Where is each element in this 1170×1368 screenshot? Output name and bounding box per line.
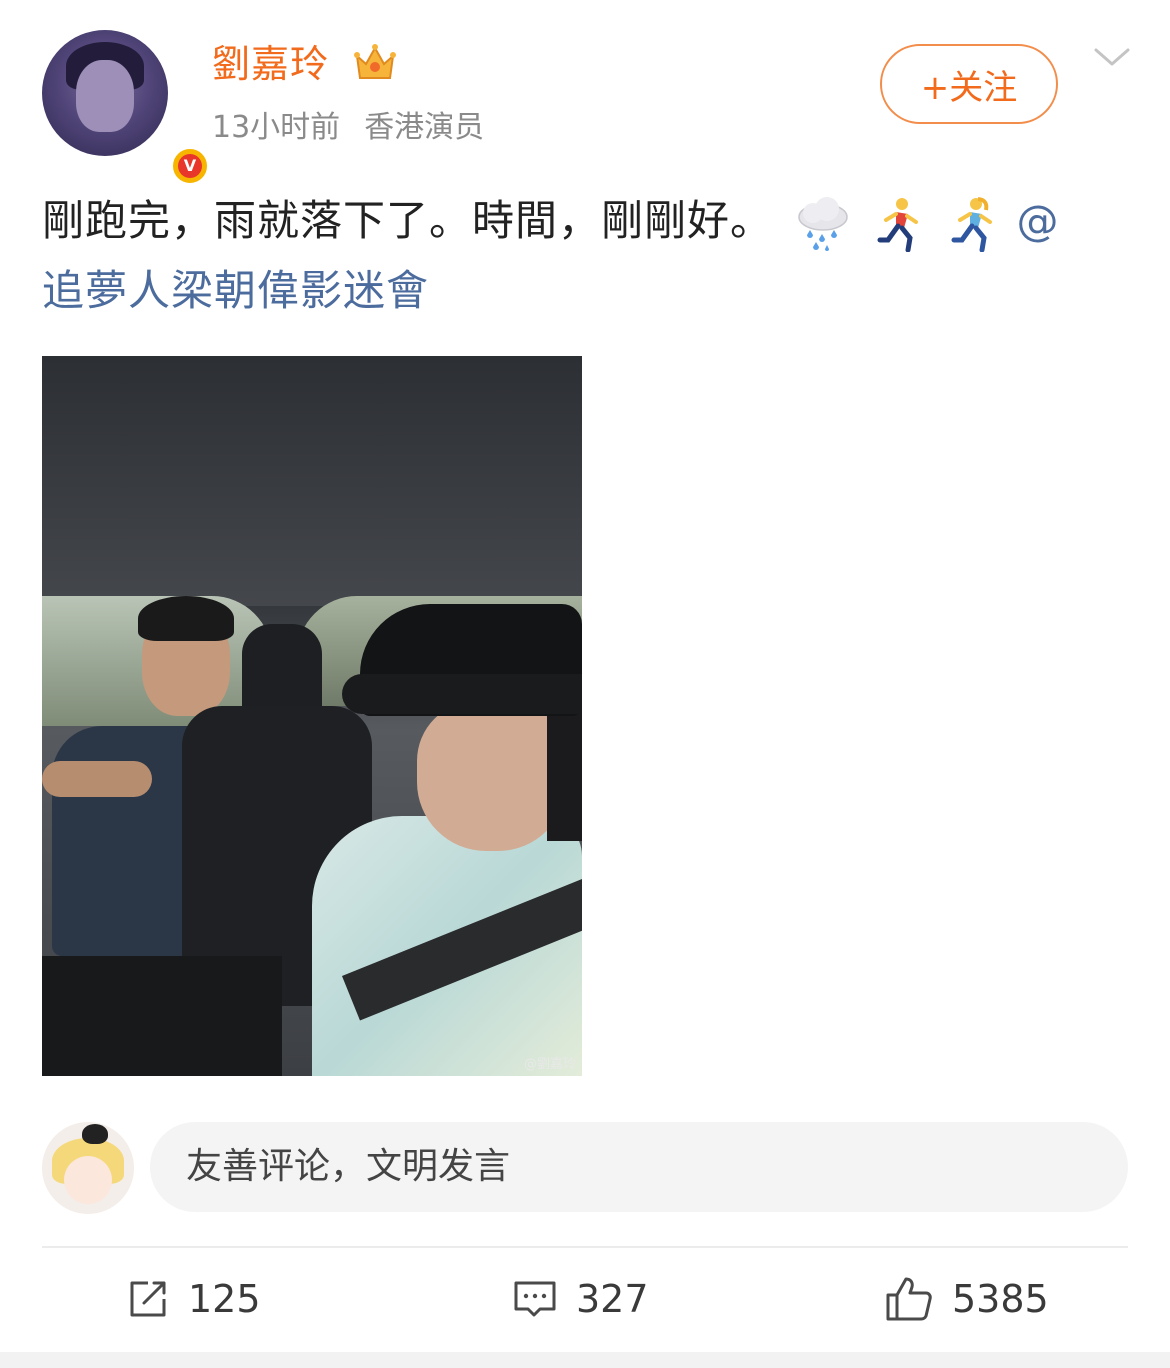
like-button[interactable]: 5385 [884,1272,1049,1326]
post-source: 香港演员 [364,110,485,145]
comment-count: 327 [576,1277,649,1321]
chevron-down-icon[interactable] [1092,42,1132,72]
photo-watermark: @劉嘉玲 [523,1057,576,1072]
rain-cloud-icon [798,196,849,251]
mention-at: @ [1016,196,1060,245]
share-icon [130,1281,166,1317]
post-photo[interactable]: @劉嘉玲 [42,356,582,1076]
author-avatar[interactable]: V [42,30,210,186]
mention-name: 追夢人梁朝偉影迷會 [42,266,430,315]
my-avatar[interactable] [42,1122,134,1214]
divider [42,1246,1128,1248]
comment-icon [514,1281,556,1317]
author-name[interactable]: 劉嘉玲 [212,40,329,88]
post-body: 剛跑完，雨就落下了。時間，剛剛好。 [42,196,774,245]
comment-button[interactable]: 327 [512,1272,649,1326]
like-count: 5385 [952,1277,1049,1321]
follow-button[interactable]: +关注 [880,44,1058,124]
verified-badge-icon: V [170,146,210,186]
post-text: 剛跑完，雨就落下了。時間，剛剛好。 @ 追夢人梁朝偉影迷會 [42,186,1132,326]
woman-running-icon [951,196,993,252]
repost-button[interactable]: 125 [126,1272,261,1326]
man-running-icon [877,197,918,252]
crown-icon [354,44,396,79]
comment-input[interactable]: 友善评论，文明发言 [150,1122,1128,1212]
bottom-band [0,1352,1170,1368]
post-time: 13小时前 [212,110,341,145]
post-meta: 13小时前 香港演员 [212,106,484,150]
repost-count: 125 [188,1277,261,1321]
thumbs-up-icon [886,1277,932,1321]
